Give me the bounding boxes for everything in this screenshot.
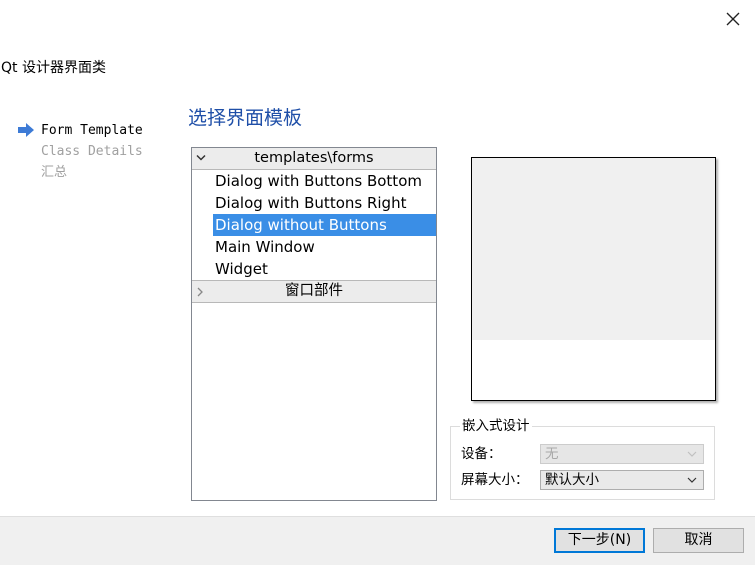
- group-header-templates-forms[interactable]: templates\forms: [192, 148, 436, 170]
- template-preview: [471, 157, 716, 401]
- close-icon: [726, 12, 740, 26]
- group-header-widgets[interactable]: 窗口部件: [192, 280, 436, 303]
- chevron-down-icon: [687, 477, 697, 483]
- group-label: templates\forms: [254, 150, 374, 166]
- chevron-right-icon: [197, 287, 203, 297]
- template-item-widget[interactable]: Widget: [192, 258, 436, 280]
- device-label: 设备：: [461, 446, 502, 462]
- preview-form-area: [472, 158, 715, 340]
- step-label: 汇总: [41, 165, 68, 180]
- next-button[interactable]: 下一步(N): [554, 528, 645, 553]
- step-label: Form Template: [41, 123, 143, 138]
- template-item-dialog-buttons-bottom[interactable]: Dialog with Buttons Bottom: [192, 170, 436, 192]
- embedded-design-title: 嵌入式设计: [460, 417, 532, 435]
- device-value: 无: [545, 446, 559, 462]
- step-label: Class Details: [41, 144, 143, 159]
- window-title: Qt 设计器界面类: [1, 60, 106, 76]
- template-item-dialog-without-buttons[interactable]: Dialog without Buttons: [213, 214, 436, 236]
- screen-size-value: 默认大小: [545, 472, 599, 488]
- chevron-down-icon: [196, 154, 206, 161]
- device-combo[interactable]: 无: [540, 444, 704, 464]
- footer-bar: 下一步(N) 取消: [0, 516, 755, 565]
- close-button[interactable]: [722, 8, 744, 30]
- wizard-steps: Form Template Class Details 汇总: [18, 120, 143, 183]
- screen-size-combo[interactable]: 默认大小: [540, 470, 704, 490]
- template-item-dialog-buttons-right[interactable]: Dialog with Buttons Right: [192, 192, 436, 214]
- chevron-down-icon: [687, 451, 697, 457]
- step-summary: 汇总: [18, 162, 143, 183]
- step-form-template: Form Template: [18, 120, 143, 141]
- group-label: 窗口部件: [285, 283, 343, 299]
- template-item-main-window[interactable]: Main Window: [192, 236, 436, 258]
- step-class-details: Class Details: [18, 141, 143, 162]
- cancel-button[interactable]: 取消: [653, 528, 744, 553]
- screen-size-label: 屏幕大小：: [461, 472, 529, 488]
- current-step-arrow-icon: [18, 123, 34, 137]
- template-tree[interactable]: templates\forms Dialog with Buttons Bott…: [191, 147, 437, 501]
- page-heading: 选择界面模板: [188, 107, 303, 129]
